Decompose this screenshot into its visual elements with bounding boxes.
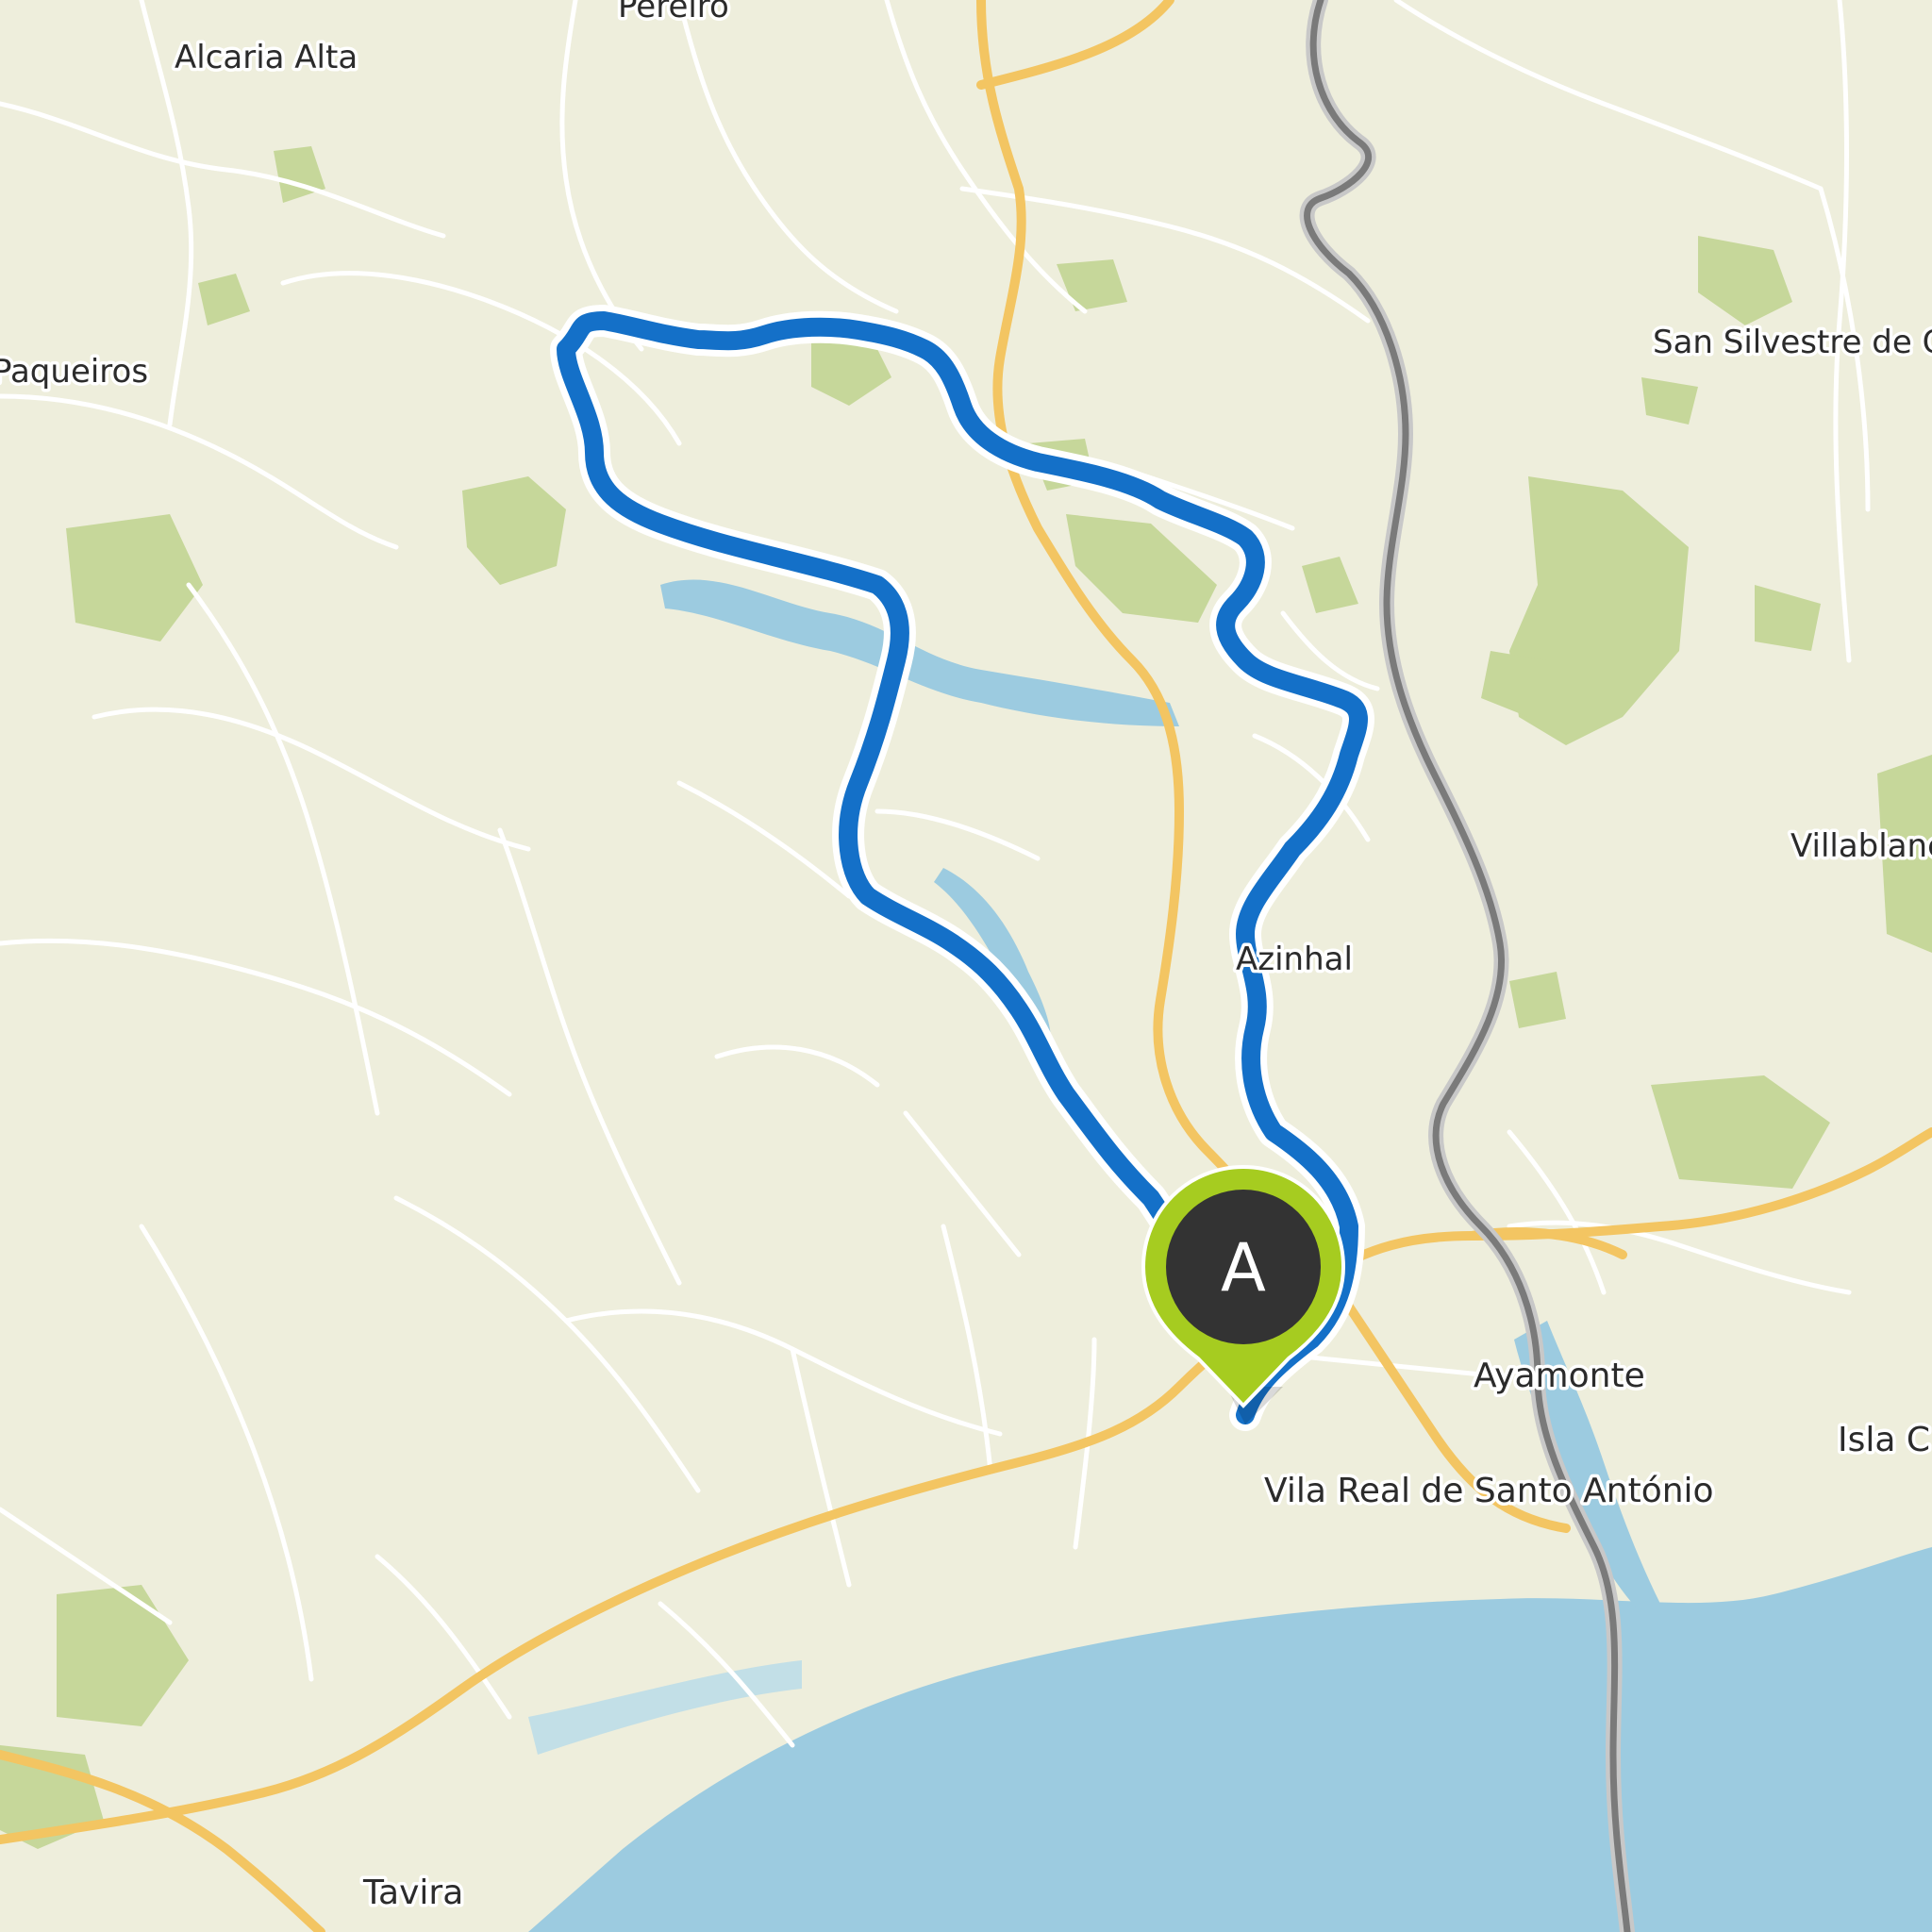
label-azinhal: Azinhal (1236, 941, 1353, 978)
label-vila-real: Vila Real de Santo António (1264, 1472, 1714, 1510)
label-alcaria-alta: Alcaria Alta (175, 39, 358, 76)
label-ayamonte: Ayamonte (1474, 1357, 1645, 1395)
label-isla: Isla C (1838, 1421, 1930, 1459)
label-san-silvestre: San Silvestre de Gu (1653, 324, 1932, 361)
marker-letter: A (1221, 1229, 1266, 1307)
map-canvas[interactable]: Pereiro Alcaria Alta Paqueiros San Silve… (0, 0, 1932, 1932)
label-tavira: Tavira (362, 1874, 463, 1912)
label-paqueiros: Paqueiros (0, 353, 148, 391)
label-villablanca: Villablanc (1790, 827, 1932, 865)
label-pereiro: Pereiro (618, 0, 729, 25)
